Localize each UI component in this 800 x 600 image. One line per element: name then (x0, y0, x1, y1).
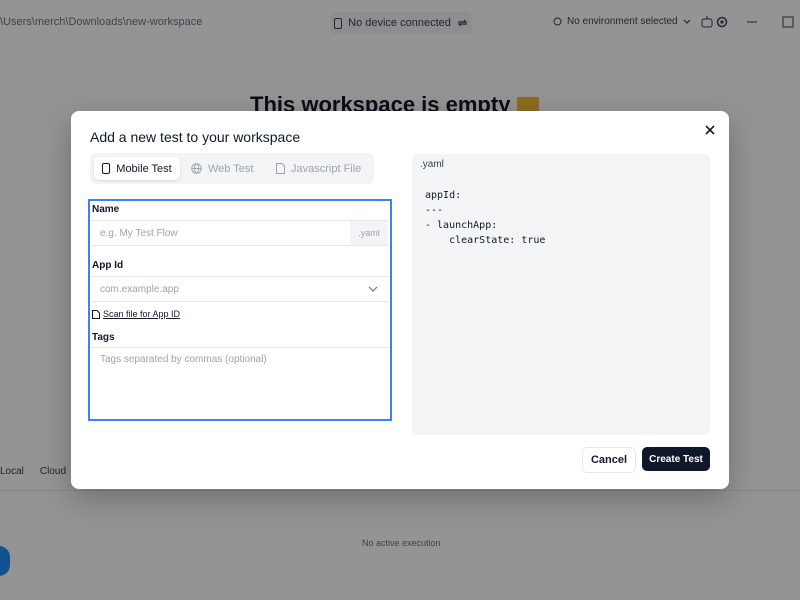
appid-label: App Id (92, 260, 124, 271)
chevron-down-icon[interactable] (368, 285, 378, 293)
tab-javascript-file[interactable]: Javascript File (276, 157, 361, 180)
tags-label: Tags (92, 332, 115, 343)
appid-placeholder: com.example.app (100, 283, 179, 295)
name-placeholder: e.g. My Test Flow (100, 227, 178, 239)
close-icon[interactable] (703, 123, 717, 137)
file-icon (276, 163, 285, 174)
name-field[interactable]: e.g. My Test Flow .yaml (92, 220, 388, 246)
tags-placeholder: Tags separated by commas (optional) (100, 354, 267, 365)
tab-mobile-test[interactable]: Mobile Test (94, 157, 180, 180)
add-test-dialog: Add a new test to your workspace Mobile … (71, 111, 729, 489)
dialog-title: Add a new test to your workspace (90, 129, 301, 145)
appid-field[interactable]: com.example.app (92, 276, 388, 302)
tags-field[interactable]: Tags separated by commas (optional) (92, 347, 388, 417)
document-icon (92, 309, 100, 319)
name-label: Name (92, 204, 120, 215)
test-type-tabs: Mobile Test Web Test Javascript File (90, 153, 374, 184)
yaml-header: .yaml (420, 159, 444, 170)
scan-app-id-link[interactable]: Scan file for App ID (92, 309, 180, 319)
cancel-button[interactable]: Cancel (582, 447, 636, 473)
globe-icon (191, 163, 202, 174)
create-test-button[interactable]: Create Test (642, 447, 710, 471)
yaml-suffix: .yaml (350, 221, 388, 245)
phone-icon (102, 163, 111, 174)
test-form: Name e.g. My Test Flow .yaml App Id com.… (88, 199, 392, 421)
yaml-code: appId: --- - launchApp: clearState: true (425, 190, 546, 246)
tab-web-test[interactable]: Web Test (191, 157, 253, 180)
yaml-preview: .yaml appId: --- - launchApp: clearState… (412, 154, 710, 435)
